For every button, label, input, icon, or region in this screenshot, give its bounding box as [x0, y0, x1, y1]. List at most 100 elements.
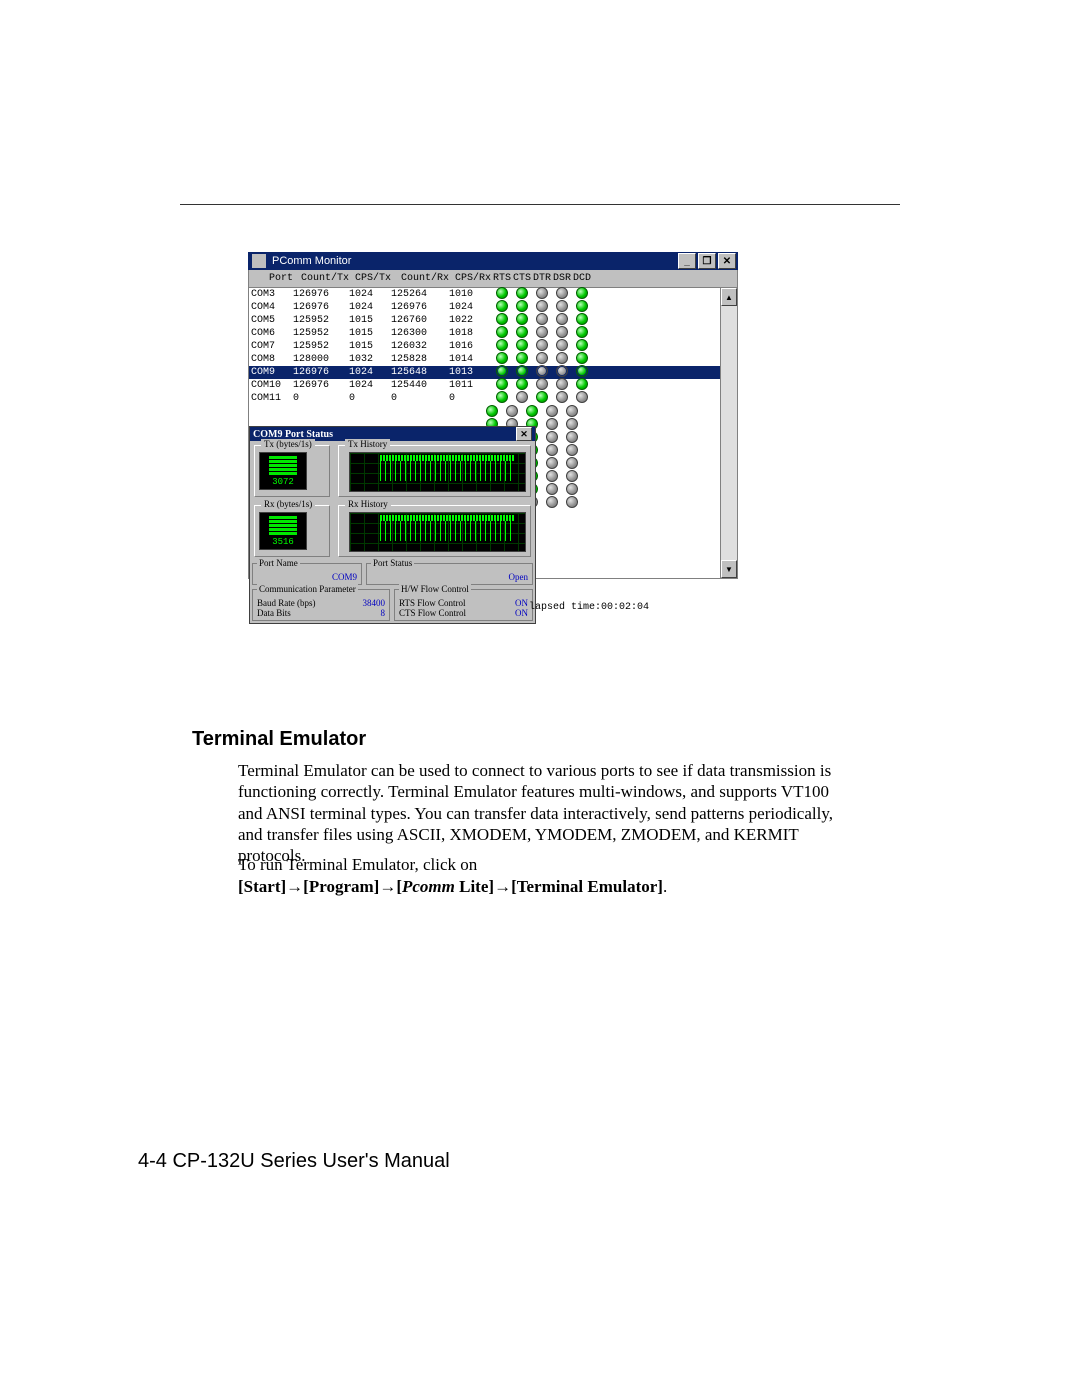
led-rts	[496, 300, 508, 312]
led-dtr	[536, 378, 548, 390]
col-cts: CTS	[511, 273, 531, 284]
led-indicator	[486, 405, 498, 417]
rts-flow-label: RTS Flow Control	[399, 598, 465, 608]
scroll-down-button[interactable]: ▼	[721, 560, 737, 578]
comm-param-label: Communication Parameter	[257, 584, 358, 594]
led-cts	[516, 287, 528, 299]
led-indicator	[566, 457, 578, 469]
comm-param-group: Communication Parameter Baud Rate (bps)3…	[252, 589, 390, 621]
led-rts	[496, 391, 508, 403]
rx-bytes-group: Rx (bytes/1s) 3516	[254, 505, 330, 557]
nav-terminal: [Terminal Emulator]	[511, 877, 663, 896]
rts-flow-value: ON	[515, 598, 528, 608]
minimize-button[interactable]: _	[678, 253, 696, 269]
led-dsr	[556, 287, 568, 299]
rx-bytes-label: Rx (bytes/1s)	[261, 499, 315, 509]
paragraph-1: Terminal Emulator can be used to connect…	[238, 760, 848, 866]
led-rts	[496, 352, 508, 364]
led-cts	[516, 378, 528, 390]
col-countrx: Count/Rx	[391, 273, 449, 284]
port-status-dialog: COM9 Port Status ✕ Tx (bytes/1s) 3072 Tx…	[249, 426, 536, 624]
section-heading: Terminal Emulator	[192, 728, 366, 751]
led-dtr	[536, 287, 548, 299]
column-headers: Port Count/Tx CPS/Tx Count/Rx CPS/Rx RTS…	[249, 270, 737, 288]
app-client-area: Port Count/Tx CPS/Tx Count/Rx CPS/Rx RTS…	[248, 270, 738, 579]
led-indicator	[546, 483, 558, 495]
led-indicator	[566, 470, 578, 482]
flow-control-group: H/W Flow Control RTS Flow ControlON CTS …	[394, 589, 533, 621]
arrow-icon: →	[286, 877, 303, 896]
close-button[interactable]: ✕	[718, 253, 736, 269]
baud-value: 38400	[363, 598, 386, 608]
rx-lcd: 3516	[259, 512, 307, 550]
led-rts	[496, 339, 508, 351]
dialog-title: COM9 Port Status	[253, 429, 333, 440]
led-rts	[496, 313, 508, 325]
led-dsr	[556, 365, 568, 377]
led-dcd	[576, 313, 588, 325]
baud-label: Baud Rate (bps)	[257, 598, 316, 608]
databits-value: 8	[381, 608, 386, 618]
led-indicator	[566, 405, 578, 417]
led-dtr	[536, 365, 548, 377]
led-indicator	[566, 418, 578, 430]
scroll-track[interactable]	[721, 306, 737, 560]
maximize-button[interactable]: ❐	[698, 253, 716, 269]
led-dsr	[556, 391, 568, 403]
led-cts	[516, 391, 528, 403]
cts-flow-value: ON	[515, 608, 528, 618]
nav-pcomm: Pcomm	[402, 877, 455, 896]
led-indicator	[546, 457, 558, 469]
run-instruction: To run Terminal Emulator, click on	[238, 855, 477, 874]
led-dcd	[576, 300, 588, 312]
led-indicator	[546, 470, 558, 482]
col-counttx: Count/Tx	[293, 273, 349, 284]
databits-label: Data Bits	[257, 608, 291, 618]
paragraph-2: To run Terminal Emulator, click on [Star…	[238, 854, 848, 898]
port-status-label: Port Status	[371, 558, 414, 568]
tx-value: 3072	[272, 477, 294, 487]
port-status-value: Open	[509, 572, 529, 582]
table-row	[481, 405, 737, 418]
dialog-close-button[interactable]: ✕	[516, 427, 532, 441]
led-dsr	[556, 378, 568, 390]
tx-bytes-label: Tx (bytes/1s)	[261, 439, 315, 449]
col-dcd: DCD	[571, 273, 591, 284]
pcomm-monitor-screenshot: PComm Monitor _ ❐ ✕ Port Count/Tx CPS/Tx…	[248, 252, 738, 579]
port-status-group: Port Status Open	[366, 563, 533, 585]
col-cpstx: CPS/Tx	[349, 273, 391, 284]
led-dtr	[536, 339, 548, 351]
led-dsr	[556, 339, 568, 351]
led-indicator	[546, 444, 558, 456]
arrow-icon: →	[494, 877, 511, 896]
led-dtr	[536, 352, 548, 364]
window-titlebar: PComm Monitor _ ❐ ✕	[248, 252, 738, 270]
rx-value: 3516	[272, 537, 294, 547]
led-indicator	[506, 405, 518, 417]
port-name-label: Port Name	[257, 558, 300, 568]
led-dcd	[576, 339, 588, 351]
led-cts	[516, 313, 528, 325]
led-dcd	[576, 326, 588, 338]
led-indicator	[546, 431, 558, 443]
vertical-scrollbar[interactable]: ▲ ▼	[720, 288, 737, 578]
scroll-up-button[interactable]: ▲	[721, 288, 737, 306]
led-indicator	[566, 483, 578, 495]
led-indicator	[566, 496, 578, 508]
led-indicator	[566, 431, 578, 443]
col-rts: RTS	[491, 273, 511, 284]
led-indicator	[546, 405, 558, 417]
nav-period: .	[663, 877, 667, 896]
nav-start: [Start]	[238, 877, 286, 896]
led-rts	[496, 287, 508, 299]
app-icon	[252, 254, 266, 268]
port-name-value: COM9	[332, 572, 357, 582]
rx-history-label: Rx History	[345, 499, 391, 509]
tx-history-label: Tx History	[345, 439, 390, 449]
led-dsr	[556, 300, 568, 312]
led-indicator	[546, 496, 558, 508]
led-dsr	[556, 326, 568, 338]
table-row[interactable]: COM110000	[249, 392, 737, 405]
led-dcd	[576, 352, 588, 364]
led-cts	[516, 365, 528, 377]
